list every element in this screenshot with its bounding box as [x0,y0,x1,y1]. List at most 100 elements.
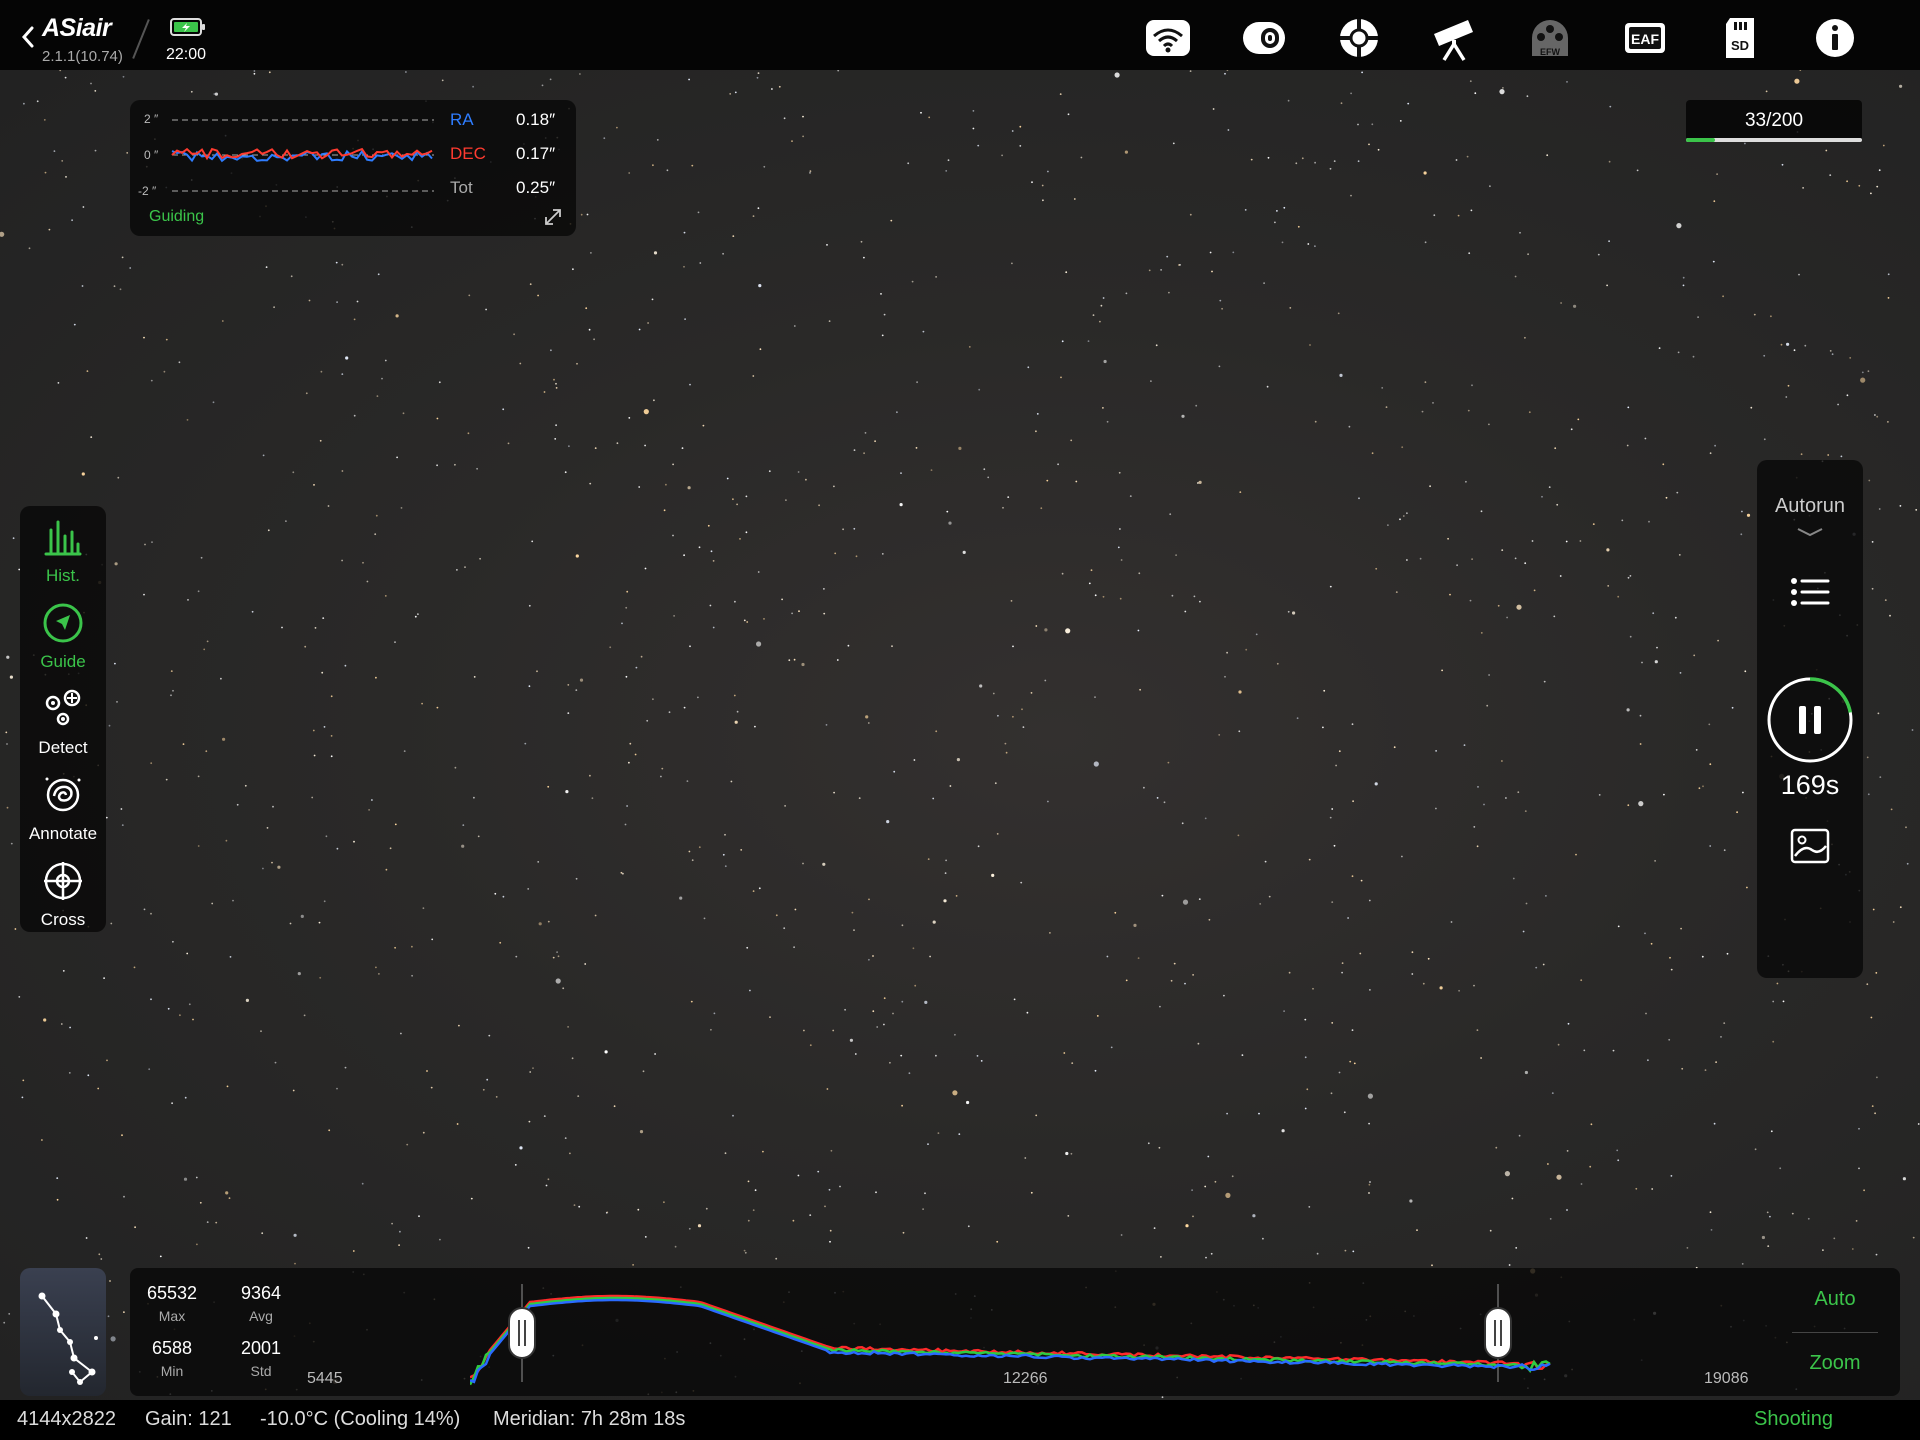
star [613,1105,616,1108]
star [1439,986,1443,990]
star [1001,154,1003,157]
star [604,1050,608,1054]
star [588,328,591,331]
star [555,387,558,389]
stat-std-label: Std [250,1363,272,1379]
star [763,165,766,168]
info-icon[interactable] [1811,14,1859,62]
histogram-white-point-handle[interactable] [1483,1306,1513,1360]
chevron-down-icon[interactable] [1795,526,1825,538]
star [1094,696,1096,698]
efw-icon[interactable]: EFW [1526,14,1574,62]
star [376,395,379,397]
gain: Gain: 121 [145,1408,232,1430]
star [1022,726,1025,728]
auto-stretch-button[interactable]: Auto [1790,1288,1880,1311]
star [703,917,706,920]
histogram-black-point-handle[interactable] [507,1306,537,1360]
star [271,861,273,864]
star [313,754,316,757]
star [1867,793,1870,796]
guide-scope-icon[interactable] [1335,14,1383,62]
back-chevron-icon[interactable] [18,22,38,52]
star [935,1054,937,1057]
star [847,644,850,647]
star [768,470,771,473]
image-preview-icon[interactable] [1788,826,1832,866]
hist-tool[interactable]: Hist. [20,510,106,590]
autorun-label[interactable]: Autorun [1757,495,1863,518]
star [663,1201,665,1204]
star [1341,971,1343,974]
star [1361,71,1363,74]
star [1283,1010,1285,1012]
star [647,322,649,324]
star [547,1178,550,1181]
stat-min-value: 6588 [151,1338,193,1358]
star [1617,1159,1620,1162]
star [745,495,748,498]
star [1255,633,1258,636]
star [1406,559,1408,561]
star [375,676,377,679]
star [172,940,174,943]
star [698,846,701,849]
star [236,803,239,806]
star [289,922,292,925]
star [1870,192,1872,195]
star [1617,595,1620,598]
eaf-icon[interactable]: EAF [1621,14,1669,62]
star [431,938,434,941]
star [824,1205,826,1208]
star [1087,340,1090,342]
star [1770,1130,1773,1133]
star [1259,903,1262,905]
star [436,706,439,709]
pause-button[interactable] [1766,676,1854,764]
star [336,1087,338,1090]
camera-icon[interactable] [1240,14,1288,62]
cross-tool[interactable]: Cross [20,854,106,934]
star [400,507,403,509]
star [81,285,84,287]
star [1670,1175,1673,1177]
annotate-tool[interactable]: Annotate [20,768,106,848]
guiding-panel[interactable]: 2 ″ 0 ″ -2 ″ RA 0.18″ DEC 0.17″ Tot 0.25… [130,100,576,236]
telescope-icon[interactable] [1430,14,1478,62]
star [1181,414,1185,418]
star [244,784,247,787]
star [1589,1165,1592,1168]
star [854,1053,857,1055]
star [532,1067,534,1069]
detect-tool[interactable]: Detect [20,682,106,762]
sd-card-icon[interactable]: SD [1716,14,1764,62]
star [1512,877,1515,880]
sequence-counter[interactable]: 33/200 [1686,100,1862,142]
histogram-graph[interactable] [470,1270,1760,1390]
star [1393,746,1396,749]
zoom-button[interactable]: Zoom [1790,1352,1880,1375]
star [1889,614,1891,617]
star [1239,491,1242,493]
frame-count: 33/200 [1744,110,1804,131]
list-icon[interactable] [1788,572,1832,612]
live-sky-image[interactable] [0,70,1920,1400]
expand-icon[interactable] [542,206,564,228]
divider [132,19,150,59]
star [935,276,937,278]
star [564,471,567,474]
star [320,370,323,373]
guide-tool[interactable]: Guide [20,596,106,676]
left-toolbar: Hist. Guide Detect Annotate Cross [20,506,106,932]
star [87,1074,90,1077]
star [1096,1015,1099,1017]
cross-label: Cross [40,910,86,929]
wifi-icon[interactable] [1144,14,1192,62]
star [744,1251,747,1254]
star [1825,149,1828,152]
star [1070,1152,1073,1155]
constellation-button[interactable] [20,1268,106,1396]
star [119,288,122,291]
star [644,1236,647,1238]
star [215,1221,218,1224]
